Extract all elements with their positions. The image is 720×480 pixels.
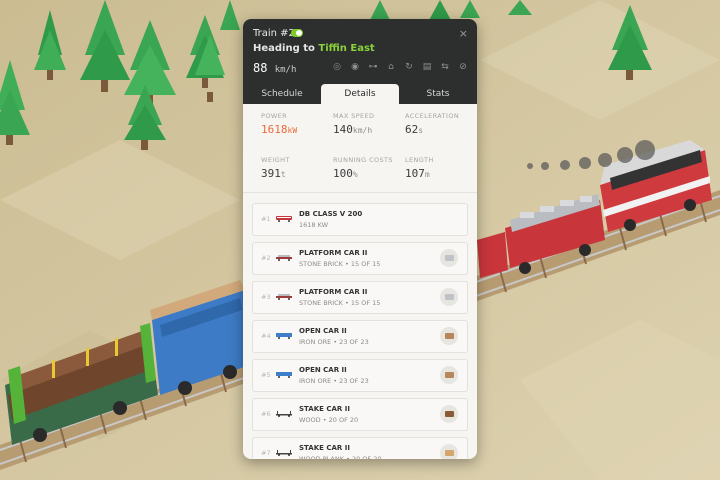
platform-car-icon bbox=[276, 255, 292, 261]
close-icon[interactable]: × bbox=[459, 27, 468, 40]
car-cargo-info: STONE BRICK • 15 OF 15 bbox=[299, 260, 381, 268]
mute-icon[interactable]: ⊘ bbox=[457, 61, 469, 73]
tab-details[interactable]: Details bbox=[321, 84, 399, 104]
cargo-icon bbox=[440, 327, 458, 345]
car-row[interactable]: #5 OPEN CAR II IRON ORE • 23 OF 23 bbox=[252, 359, 468, 392]
train-title: Train #2 bbox=[253, 28, 295, 39]
panel-header: Train #2 × Heading to Tiffin East 88 km/… bbox=[243, 19, 477, 84]
stake-car-icon bbox=[276, 450, 292, 456]
stat-weight: WEIGHT 391t bbox=[261, 156, 333, 192]
route-icon[interactable]: ⊶ bbox=[367, 61, 379, 73]
cargo-icon bbox=[440, 366, 458, 384]
panel-tabs: Schedule Details Stats bbox=[243, 84, 477, 104]
car-name: OPEN CAR II bbox=[299, 366, 347, 374]
car-name: STAKE CAR II bbox=[299, 405, 350, 413]
header-toolbar: ◎ ◉ ⊶ ⌂ ↻ ▤ ⇆ ⊘ bbox=[331, 61, 469, 73]
open-car-icon bbox=[276, 372, 292, 378]
cargo-icon bbox=[440, 444, 458, 459]
car-list: #1 DB CLASS V 200 1618 KW #2 PLATFORM CAR II… bbox=[243, 193, 477, 459]
stat-label: ACCELERATION bbox=[405, 112, 460, 120]
car-name: DB CLASS V 200 bbox=[299, 210, 363, 218]
car-cargo-info: WOOD PLANK • 20 OF 20 bbox=[299, 455, 382, 459]
car-row[interactable]: #3 PLATFORM CAR II STONE BRICK • 15 OF 15 bbox=[252, 281, 468, 314]
train-active-toggle[interactable] bbox=[291, 29, 303, 37]
stake-car-icon bbox=[276, 411, 292, 417]
train-stats-grid: POWER 1618kW MAX SPEED 140km/h ACCELERAT… bbox=[243, 104, 477, 193]
stat-running-costs: RUNNING COSTS 100% bbox=[333, 156, 405, 192]
car-cargo-info: 1618 KW bbox=[299, 221, 329, 229]
stat-label: LENGTH bbox=[405, 156, 434, 164]
stat-max-speed: MAX SPEED 140km/h bbox=[333, 112, 405, 148]
car-name: OPEN CAR II bbox=[299, 327, 347, 335]
target-icon[interactable]: ◎ bbox=[331, 61, 343, 73]
eye-icon[interactable]: ◉ bbox=[349, 61, 361, 73]
car-cargo-info: IRON ORE • 23 OF 23 bbox=[299, 338, 369, 346]
car-position: #6 bbox=[261, 410, 271, 418]
car-cargo-info: STONE BRICK • 15 OF 15 bbox=[299, 299, 381, 307]
platform-car-icon bbox=[276, 294, 292, 300]
cargo-icon bbox=[440, 405, 458, 423]
car-row[interactable]: #4 OPEN CAR II IRON ORE • 23 OF 23 bbox=[252, 320, 468, 353]
current-speed: 88 km/h bbox=[253, 61, 296, 75]
refresh-icon[interactable]: ↻ bbox=[403, 61, 415, 73]
car-position: #4 bbox=[261, 332, 271, 340]
car-position: #5 bbox=[261, 371, 271, 379]
car-cargo-info: WOOD • 20 OF 20 bbox=[299, 416, 359, 424]
car-position: #2 bbox=[261, 254, 271, 262]
tab-stats[interactable]: Stats bbox=[399, 84, 477, 104]
speed-value: 88 bbox=[253, 61, 268, 75]
car-position: #3 bbox=[261, 293, 271, 301]
car-position: #1 bbox=[261, 215, 271, 223]
car-row[interactable]: #7 STAKE CAR II WOOD PLANK • 20 OF 20 bbox=[252, 437, 468, 459]
stat-value: 107m bbox=[405, 167, 430, 180]
car-name: PLATFORM CAR II bbox=[299, 249, 368, 257]
stat-label: MAX SPEED bbox=[333, 112, 375, 120]
car-name: PLATFORM CAR II bbox=[299, 288, 368, 296]
car-row[interactable]: #2 PLATFORM CAR II STONE BRICK • 15 OF 15 bbox=[252, 242, 468, 275]
speed-unit: km/h bbox=[274, 65, 297, 75]
car-name: STAKE CAR II bbox=[299, 444, 350, 452]
stat-value: 1618kW bbox=[261, 123, 298, 136]
stat-label: POWER bbox=[261, 112, 288, 120]
stat-label: WEIGHT bbox=[261, 156, 290, 164]
car-cargo-info: IRON ORE • 23 OF 23 bbox=[299, 377, 369, 385]
stat-value: 100% bbox=[333, 167, 358, 180]
train-heading: Heading to Tiffin East bbox=[253, 43, 375, 54]
stat-acceleration: ACCELERATION 62s bbox=[405, 112, 477, 148]
tab-schedule[interactable]: Schedule bbox=[243, 84, 321, 104]
cargo-icon bbox=[440, 249, 458, 267]
stat-label: RUNNING COSTS bbox=[333, 156, 393, 164]
train-details-panel[interactable]: Train #2 × Heading to Tiffin East 88 km/… bbox=[243, 19, 477, 459]
stat-length: LENGTH 107m bbox=[405, 156, 477, 192]
heading-prefix: Heading to bbox=[253, 43, 315, 54]
cargo-icon bbox=[440, 288, 458, 306]
stat-value: 140km/h bbox=[333, 123, 373, 136]
open-car-icon bbox=[276, 333, 292, 339]
car-row[interactable]: #6 STAKE CAR II WOOD • 20 OF 20 bbox=[252, 398, 468, 431]
car-row[interactable]: #1 DB CLASS V 200 1618 KW bbox=[252, 203, 468, 236]
stat-power: POWER 1618kW bbox=[261, 112, 333, 148]
stat-value: 391t bbox=[261, 167, 286, 180]
depot-icon[interactable]: ⌂ bbox=[385, 61, 397, 73]
document-icon[interactable]: ▤ bbox=[421, 61, 433, 73]
car-position: #7 bbox=[261, 449, 271, 457]
loco-car-icon bbox=[276, 216, 292, 222]
destination-link[interactable]: Tiffin East bbox=[318, 43, 374, 54]
reverse-icon[interactable]: ⇆ bbox=[439, 61, 451, 73]
stat-value: 62s bbox=[405, 123, 424, 136]
